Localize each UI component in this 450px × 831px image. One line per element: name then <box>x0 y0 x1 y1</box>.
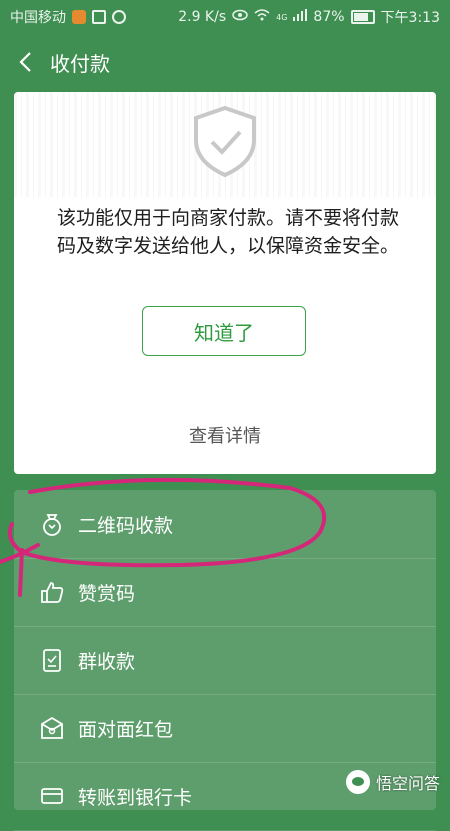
eye-icon <box>232 9 248 25</box>
menu-label: 群收款 <box>78 650 136 673</box>
security-notice-text: 该功能仅用于向商家付款。请不要将付款码及数字发送给他人，以保障资金安全。 <box>56 207 399 257</box>
status-right: 2.9 K/s 4G 87% 下午3:13 <box>178 7 440 27</box>
battery-icon <box>350 10 375 24</box>
header-bar: 收付款 <box>0 34 450 90</box>
sync-notification-icon <box>112 10 126 24</box>
shield-check-icon <box>194 105 256 178</box>
wifi-icon <box>254 9 270 25</box>
payment-notice-card: 该功能仅用于向商家付款。请不要将付款码及数字发送给他人，以保障资金安全。 知道了… <box>14 92 436 474</box>
battery-percent: 87% <box>313 9 345 25</box>
menu-label: 赞赏码 <box>78 582 136 605</box>
app-notification-icon <box>72 10 86 24</box>
menu-item-qr-receive[interactable]: 二维码收款 <box>14 490 436 559</box>
money-bag-icon <box>38 510 66 538</box>
clock: 下午3:13 <box>380 10 440 26</box>
view-details-link[interactable]: 查看详情 <box>14 422 436 448</box>
network-type: 4G <box>276 12 288 22</box>
menu-label: 二维码收款 <box>78 514 174 537</box>
receive-options-menu: 二维码收款 赞赏码 群收款 面对面红包 转账到银行卡 <box>14 490 436 831</box>
wukong-logo-icon <box>345 770 370 794</box>
checklist-icon <box>38 646 66 674</box>
red-envelope-icon <box>38 714 66 742</box>
thumbs-up-icon <box>38 578 66 606</box>
menu-item-face-to-face-red-packet[interactable]: 面对面红包 <box>14 694 436 763</box>
menu-label: 转账到银行卡 <box>78 786 193 809</box>
signal-icon <box>293 9 308 25</box>
watermark-text: 悟空问答 <box>375 774 440 793</box>
carrier-label: 中国移动 <box>10 10 66 26</box>
bank-card-icon <box>38 782 66 810</box>
menu-label: 面对面红包 <box>78 718 174 741</box>
wukong-watermark: 悟空问答 <box>345 770 440 794</box>
got-it-button[interactable]: 知道了 <box>142 306 306 356</box>
menu-item-appreciation-code[interactable]: 赞赏码 <box>14 558 436 627</box>
gallery-notification-icon <box>92 10 106 24</box>
status-left: 中国移动 <box>10 7 126 27</box>
menu-item-group-receive[interactable]: 群收款 <box>14 626 436 695</box>
status-bar: 中国移动 2.9 K/s 4G 87% 下午3:13 <box>0 0 450 34</box>
network-speed: 2.9 K/s <box>178 9 227 25</box>
chevron-left-icon <box>19 52 31 72</box>
back-button[interactable] <box>0 34 50 90</box>
page-title: 收付款 <box>50 51 110 76</box>
